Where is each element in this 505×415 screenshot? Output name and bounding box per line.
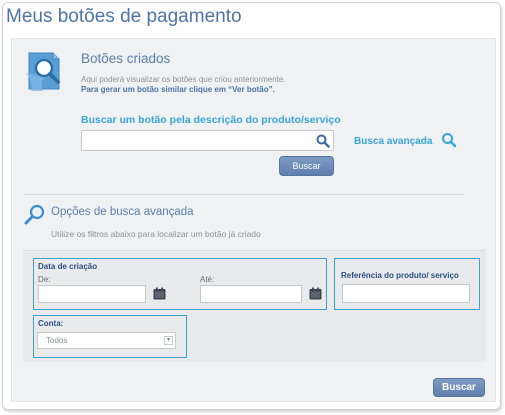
search-icon[interactable] (316, 134, 330, 148)
calendar-icon[interactable] (309, 287, 322, 300)
page-title: Meus botões de pagamento (6, 6, 242, 27)
advanced-options-title: Opções de busca avançada (51, 206, 194, 218)
date-to-input[interactable] (200, 285, 302, 303)
date-group-title: Data de criação (38, 262, 98, 271)
date-from-input[interactable] (38, 285, 146, 303)
date-to-label: Até: (200, 275, 215, 284)
account-title: Conta: (38, 319, 64, 328)
search-input[interactable] (81, 130, 334, 151)
chevron-down-icon[interactable]: ▼ (164, 336, 173, 345)
account-selected-value: Todos (46, 336, 68, 345)
account-select[interactable]: Todos ▼ (37, 332, 176, 349)
date-from-label: De: (38, 275, 51, 284)
document-search-icon (26, 52, 60, 91)
advanced-options-description: Utilize os filtros abaixo para localizar… (51, 229, 261, 239)
search-label: Buscar um botão pela descrição do produt… (81, 114, 341, 126)
advanced-search-button[interactable]: Buscar (433, 378, 485, 397)
advanced-search-link[interactable]: Busca avançada (354, 136, 432, 147)
magnifier-icon (24, 204, 45, 225)
reference-input[interactable] (342, 284, 470, 303)
created-buttons-hint: Para gerar um botão similar clique em “V… (81, 85, 275, 94)
reference-title: Referência do produto/ serviço (341, 271, 459, 280)
calendar-icon[interactable] (153, 287, 166, 300)
created-buttons-title: Botões criados (81, 51, 171, 66)
created-buttons-description: Aqui poderá visualizar os botões que cri… (81, 75, 286, 84)
magnifier-icon[interactable] (441, 132, 457, 148)
search-button[interactable]: Buscar (279, 156, 334, 176)
divider (24, 194, 464, 195)
